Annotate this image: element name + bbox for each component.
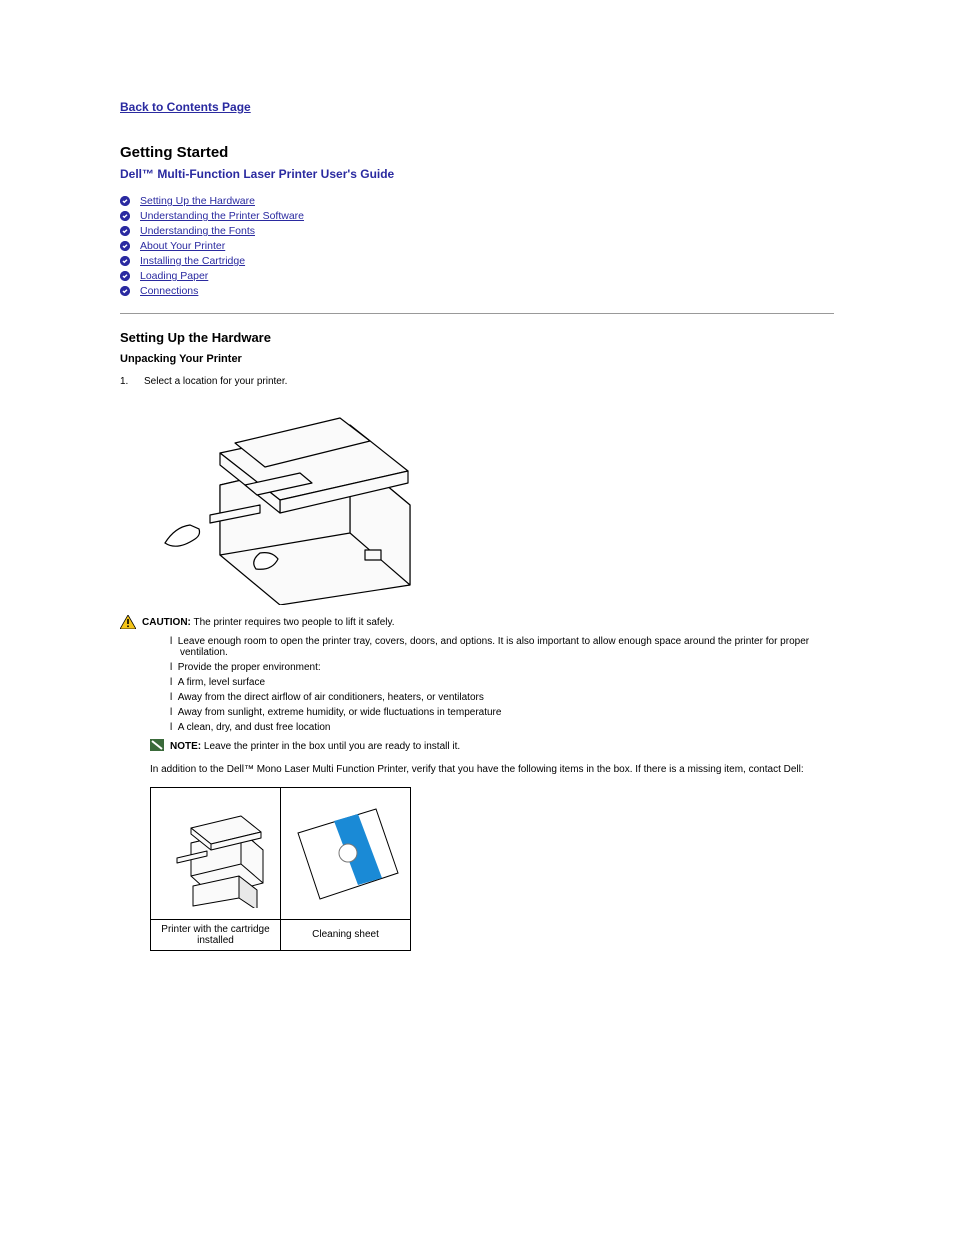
- toc-link-connections[interactable]: Connections: [140, 285, 198, 297]
- bullet-icon: [120, 271, 130, 281]
- guideline-item: l Away from the direct airflow of air co…: [170, 692, 834, 703]
- bullet-icon: [120, 241, 130, 251]
- toc-item: Setting Up the Hardware: [120, 195, 834, 207]
- subtitle: Dell™ Multi-Function Laser Printer User'…: [120, 167, 834, 181]
- bullet-icon: [120, 286, 130, 296]
- parts-cell-printer-image: [151, 787, 281, 919]
- parts-cell-sheet-image: [281, 787, 411, 919]
- toc-link-about-printer[interactable]: About Your Printer: [140, 240, 225, 252]
- toc-link-loading-paper[interactable]: Loading Paper: [140, 270, 208, 282]
- guideline-item: l Provide the proper environment:: [170, 662, 834, 673]
- caution-body: The printer requires two people to lift …: [191, 617, 395, 628]
- guideline-item: l A firm, level surface: [170, 677, 834, 688]
- toc-item: Understanding the Printer Software: [120, 210, 834, 222]
- figure-printer-lift: [150, 395, 430, 605]
- step-1-number: 1.: [120, 374, 144, 389]
- back-to-contents-link[interactable]: Back to Contents Page: [120, 100, 251, 114]
- note-block: NOTE: Leave the printer in the box until…: [150, 739, 834, 754]
- step-1-text: Select a location for your printer.: [144, 376, 287, 387]
- heading-setup-hardware: Setting Up the Hardware: [120, 330, 834, 345]
- toc-item: Connections: [120, 285, 834, 297]
- caution-label: CAUTION:: [142, 617, 191, 628]
- divider: [120, 313, 834, 314]
- parts-label-printer: Printer with the cartridge installed: [151, 919, 281, 950]
- toc-link-understanding-fonts[interactable]: Understanding the Fonts: [140, 225, 255, 237]
- bullet-icon: [120, 226, 130, 236]
- guideline-list: l Leave enough room to open the printer …: [170, 636, 834, 733]
- toc-link-understanding-software[interactable]: Understanding the Printer Software: [140, 210, 304, 222]
- note-label: NOTE:: [170, 741, 201, 752]
- toc-item: Understanding the Fonts: [120, 225, 834, 237]
- guideline-item: l Away from sunlight, extreme humidity, …: [170, 707, 834, 718]
- caution-block: CAUTION: The printer requires two people…: [120, 615, 834, 630]
- step-1: 1.Select a location for your printer.: [120, 374, 834, 389]
- parts-table: Printer with the cartridge installed Cle…: [150, 787, 411, 951]
- toc-link-setup-hardware[interactable]: Setting Up the Hardware: [140, 195, 255, 207]
- guideline-item: l A clean, dry, and dust free location: [170, 722, 834, 733]
- note-body: Leave the printer in the box until you a…: [201, 741, 460, 752]
- toc-item: Loading Paper: [120, 270, 834, 282]
- toc-list: Setting Up the Hardware Understanding th…: [120, 195, 834, 297]
- page-title: Getting Started: [120, 144, 834, 161]
- caution-text: CAUTION: The printer requires two people…: [142, 615, 395, 630]
- bullet-icon: [120, 196, 130, 206]
- toc-item: About Your Printer: [120, 240, 834, 252]
- box-contents-intro: In addition to the Dell™ Mono Laser Mult…: [150, 764, 834, 775]
- caution-icon: [120, 615, 136, 629]
- guideline-item: l Leave enough room to open the printer …: [170, 636, 834, 658]
- heading-unpacking: Unpacking Your Printer: [120, 351, 834, 368]
- parts-label-sheet: Cleaning sheet: [281, 919, 411, 950]
- bullet-icon: [120, 211, 130, 221]
- note-icon: [150, 739, 164, 751]
- bullet-icon: [120, 256, 130, 266]
- toc-item: Installing the Cartridge: [120, 255, 834, 267]
- note-text: NOTE: Leave the printer in the box until…: [170, 739, 460, 754]
- toc-link-installing-cartridge[interactable]: Installing the Cartridge: [140, 255, 245, 267]
